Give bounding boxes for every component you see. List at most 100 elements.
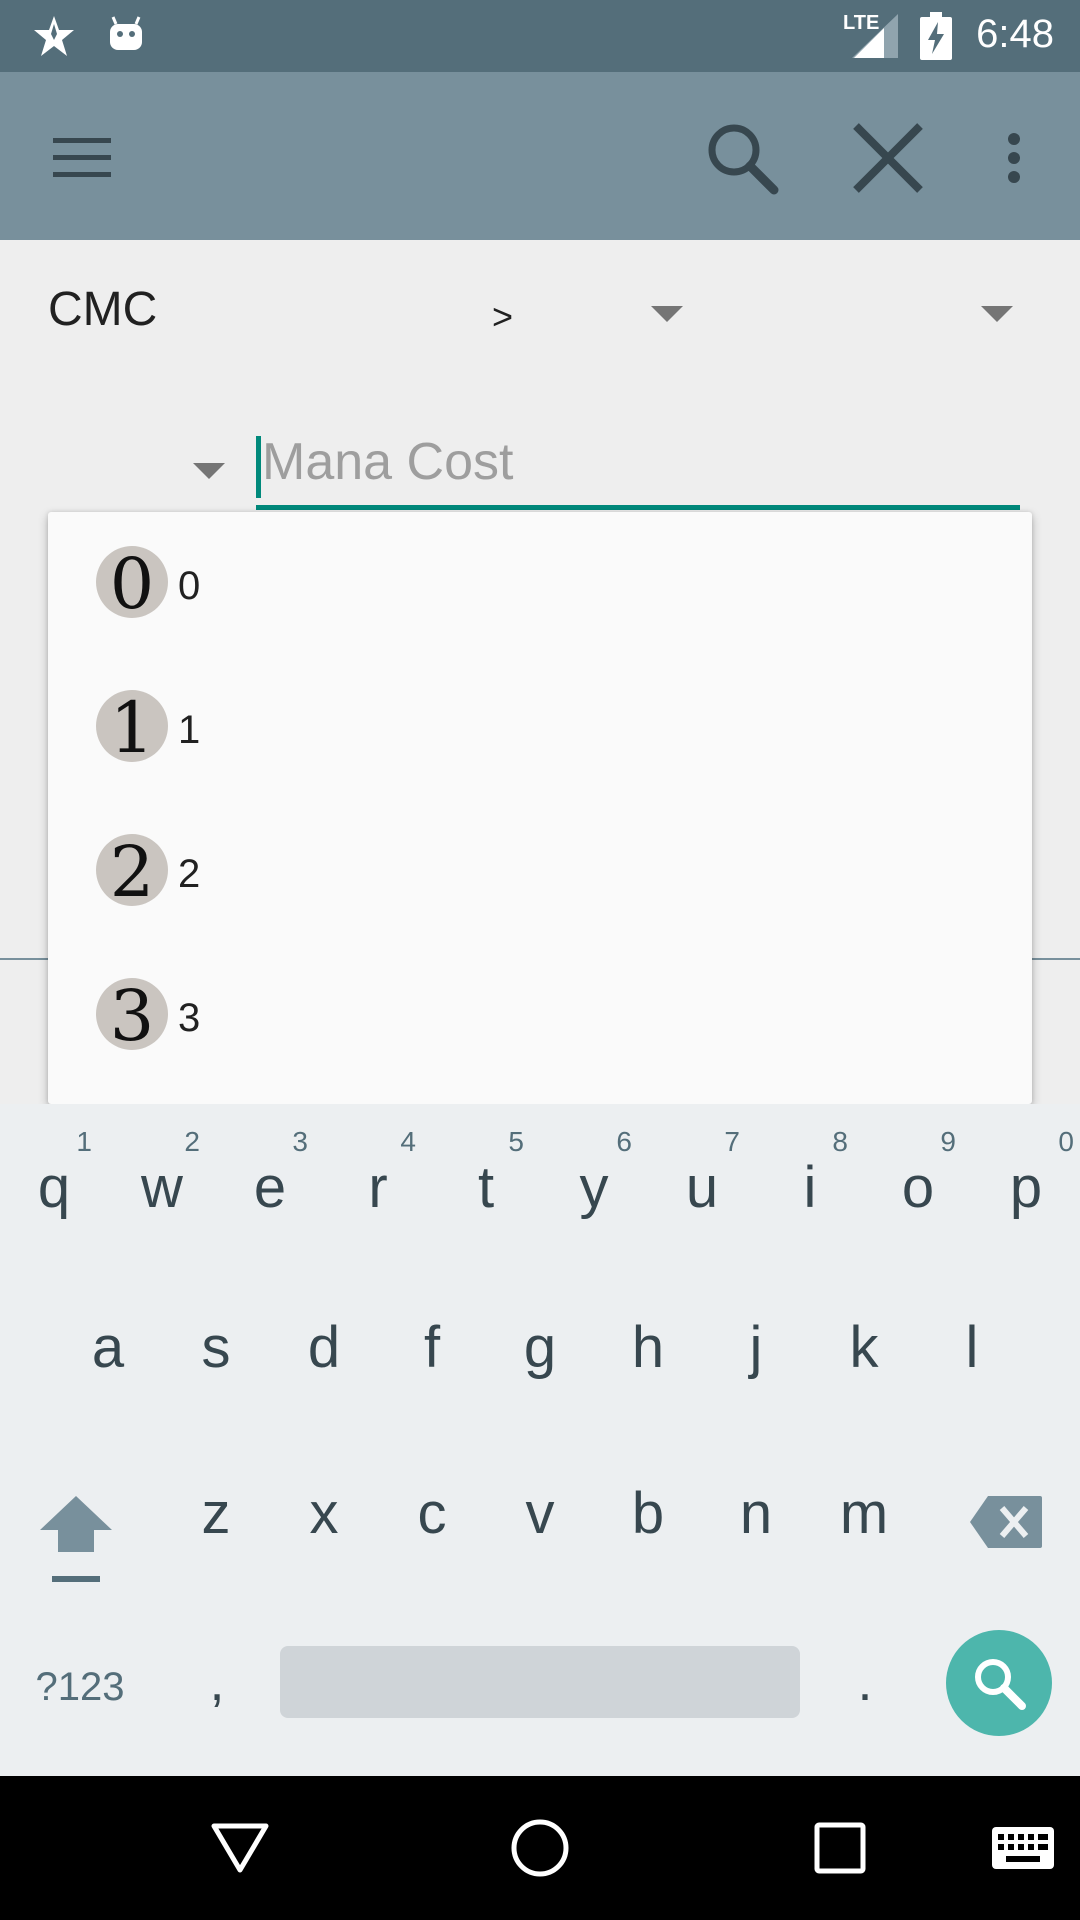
key-label: d bbox=[307, 1315, 341, 1380]
shift-icon bbox=[40, 1496, 112, 1582]
key-label: r bbox=[368, 1155, 388, 1220]
key-l[interactable]: l bbox=[918, 1270, 1026, 1436]
key-g[interactable]: g bbox=[486, 1270, 594, 1436]
key-u[interactable]: 7u bbox=[648, 1104, 756, 1270]
key-o[interactable]: 9o bbox=[864, 1104, 972, 1270]
back-button[interactable] bbox=[180, 1776, 300, 1920]
key-m[interactable]: m bbox=[810, 1436, 918, 1602]
comma-key[interactable]: , bbox=[172, 1642, 262, 1732]
key-y[interactable]: 6y bbox=[540, 1104, 648, 1270]
home-button[interactable] bbox=[480, 1776, 600, 1920]
suggestion-item[interactable]: 3 3 bbox=[48, 944, 1032, 1088]
key-label: m bbox=[839, 1481, 889, 1546]
android-debug-icon bbox=[110, 16, 142, 50]
key-x[interactable]: x bbox=[270, 1436, 378, 1602]
key-p[interactable]: 0p bbox=[972, 1104, 1080, 1270]
clock: 6:48 bbox=[976, 12, 1054, 56]
space-key[interactable] bbox=[280, 1646, 800, 1718]
mana-symbol-3-icon: 3 bbox=[96, 978, 168, 1050]
signal-icon bbox=[852, 14, 898, 58]
key-label: a bbox=[91, 1315, 125, 1380]
key-d[interactable]: d bbox=[270, 1270, 378, 1436]
operator-spinner-value[interactable]: > bbox=[492, 296, 513, 338]
key-z[interactable]: z bbox=[162, 1436, 270, 1602]
key-label: e bbox=[253, 1155, 287, 1220]
key-t[interactable]: 5t bbox=[432, 1104, 540, 1270]
suggestion-label: 1 bbox=[178, 708, 201, 752]
clear-button[interactable] bbox=[840, 110, 936, 206]
operator-dropdown-caret-icon[interactable] bbox=[651, 306, 683, 322]
suggestion-item[interactable]: 1 1 bbox=[48, 656, 1032, 800]
mana-cost-placeholder: Mana Cost bbox=[262, 433, 514, 491]
key-label: g bbox=[523, 1315, 557, 1380]
mana-symbol-1-icon: 1 bbox=[96, 690, 168, 762]
period-key[interactable]: . bbox=[820, 1642, 910, 1732]
suggestion-label: 3 bbox=[178, 996, 201, 1040]
key-b[interactable]: b bbox=[594, 1436, 702, 1602]
key-label: v bbox=[525, 1481, 555, 1546]
key-q[interactable]: 1q bbox=[0, 1104, 108, 1270]
backspace-icon bbox=[970, 1496, 1042, 1548]
key-e[interactable]: 3e bbox=[216, 1104, 324, 1270]
key-i[interactable]: 8i bbox=[756, 1104, 864, 1270]
overflow-menu-button[interactable] bbox=[984, 110, 1044, 206]
key-r[interactable]: 4r bbox=[324, 1104, 432, 1270]
search-button[interactable] bbox=[694, 110, 790, 206]
recents-button[interactable] bbox=[780, 1776, 900, 1920]
key-k[interactable]: k bbox=[810, 1270, 918, 1436]
menu-button[interactable] bbox=[34, 110, 130, 206]
symbols-key[interactable]: ?123 bbox=[0, 1642, 160, 1732]
suggestion-item[interactable]: 0 0 bbox=[48, 512, 1032, 656]
back-triangle-icon bbox=[211, 1823, 269, 1873]
value-dropdown-caret-icon[interactable] bbox=[981, 306, 1013, 322]
key-v[interactable]: v bbox=[486, 1436, 594, 1602]
mana-dropdown-caret-icon[interactable] bbox=[193, 463, 225, 479]
suggestion-label: 2 bbox=[178, 852, 201, 896]
field-spinner-label[interactable]: CMC bbox=[48, 282, 157, 337]
key-h[interactable]: h bbox=[594, 1270, 702, 1436]
key-label: j bbox=[749, 1315, 763, 1380]
key-label: o bbox=[901, 1155, 935, 1220]
suggestion-label: 0 bbox=[178, 564, 201, 608]
text-cursor bbox=[256, 436, 261, 498]
navigation-bar bbox=[0, 1776, 1080, 1920]
key-label: l bbox=[965, 1315, 979, 1380]
key-f[interactable]: f bbox=[378, 1270, 486, 1436]
key-w[interactable]: 2w bbox=[108, 1104, 216, 1270]
status-bar: LTE 6:48 bbox=[0, 0, 1080, 72]
key-label: w bbox=[141, 1155, 183, 1220]
key-label: z bbox=[201, 1481, 231, 1546]
shift-key[interactable] bbox=[20, 1436, 132, 1602]
key-label: h bbox=[631, 1315, 665, 1380]
key-s[interactable]: s bbox=[162, 1270, 270, 1436]
key-a[interactable]: a bbox=[54, 1270, 162, 1436]
more-vert-icon bbox=[1008, 133, 1020, 183]
mana-symbol-2-icon: 2 bbox=[96, 834, 168, 906]
mana-symbol-0-icon: 0 bbox=[96, 546, 168, 618]
key-label: f bbox=[423, 1315, 441, 1380]
key-label: c bbox=[417, 1481, 447, 1546]
key-j[interactable]: j bbox=[702, 1270, 810, 1436]
keyboard-icon bbox=[992, 1827, 1054, 1869]
backspace-key[interactable] bbox=[948, 1436, 1060, 1602]
search-action-key[interactable] bbox=[946, 1630, 1052, 1736]
soft-keyboard: 1q 2w 3e 4r 5t 6y 7u 8i 9o 0p a s d f g … bbox=[0, 1104, 1080, 1776]
mana-suggestion-dropdown: 0 0 1 1 2 2 3 3 bbox=[48, 512, 1032, 1104]
recents-square-icon bbox=[814, 1822, 866, 1874]
menu-icon bbox=[53, 138, 111, 177]
key-label: s bbox=[201, 1315, 231, 1380]
key-label: x bbox=[309, 1481, 339, 1546]
key-c[interactable]: c bbox=[378, 1436, 486, 1602]
suggestion-item[interactable]: 2 2 bbox=[48, 800, 1032, 944]
key-label: k bbox=[849, 1315, 879, 1380]
app-bar bbox=[0, 72, 1080, 240]
search-icon bbox=[975, 1659, 1026, 1710]
battery-charging-icon bbox=[920, 12, 952, 60]
key-label: q bbox=[37, 1155, 71, 1220]
key-label: u bbox=[685, 1155, 719, 1220]
key-label: p bbox=[1009, 1155, 1043, 1220]
keyboard-switcher-button[interactable] bbox=[978, 1776, 1068, 1920]
key-n[interactable]: n bbox=[702, 1436, 810, 1602]
divider bbox=[0, 958, 48, 960]
mana-cost-input[interactable]: Mana Cost bbox=[256, 430, 1020, 510]
